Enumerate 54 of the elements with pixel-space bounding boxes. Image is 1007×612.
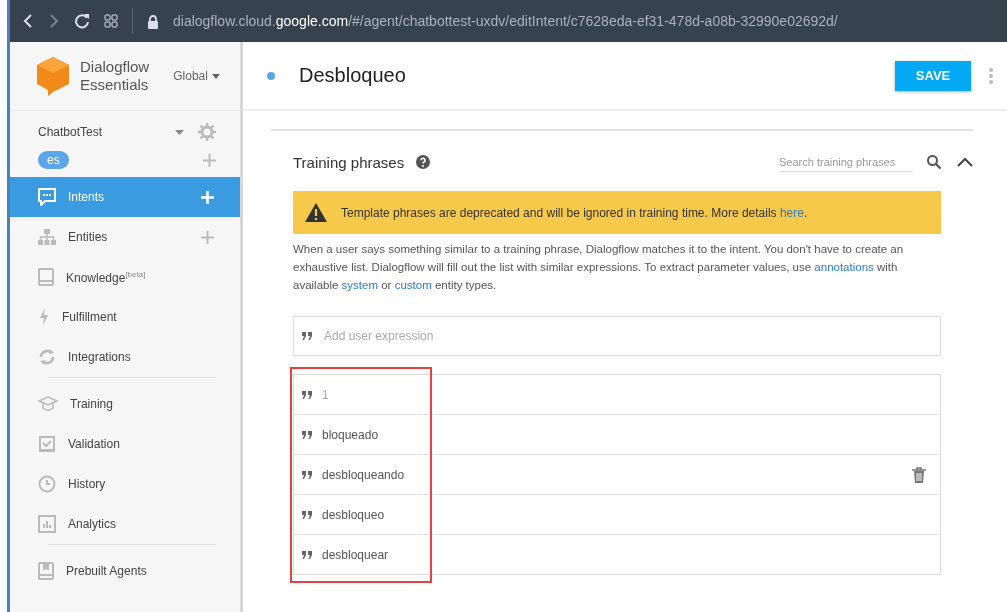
delete-icon[interactable] xyxy=(912,466,926,483)
hierarchy-icon xyxy=(38,228,56,246)
phrase-text[interactable]: bloqueado xyxy=(322,427,926,442)
caret-icon xyxy=(211,73,220,79)
url-text[interactable]: dialogflow.cloud.google.com/#/agent/chatbottest-uxdv/editIntent/c7628eda-ef31-478d-a08b-32990e02692d/ xyxy=(173,13,838,29)
graduation-cap-icon xyxy=(38,396,58,412)
phrase-text[interactable]: desbloquear xyxy=(322,547,926,562)
bar-chart-icon xyxy=(38,515,56,533)
warning-text: Template phrases are deprecated and will be ignored in training time. More details here. xyxy=(341,205,808,220)
nav-item[interactable]: Fulfillment xyxy=(10,297,240,337)
quote-icon xyxy=(302,389,312,400)
lock-icon xyxy=(147,13,159,29)
caret-icon[interactable] xyxy=(175,129,184,135)
clock-icon xyxy=(38,475,56,493)
help-icon[interactable] xyxy=(416,155,431,169)
nav-item[interactable]: Entities xyxy=(10,217,240,257)
status-dot-icon xyxy=(267,71,275,80)
description-text: When a user says something similar to a training phrase, Dialogflow matches it to the intent. You don't have to create an exhaustive list. Dialogflow will fill out the list with similar expressions. To extract parameter values, use annotations with available system or custom entity types. xyxy=(293,242,905,293)
agent-name[interactable]: ChatbotTest xyxy=(38,125,175,139)
tabs-grid-icon[interactable] xyxy=(104,14,118,28)
nav-item[interactable]: History xyxy=(10,464,240,504)
lightning-icon xyxy=(38,308,50,326)
phrase-text[interactable]: desbloqueando xyxy=(322,467,902,482)
nav-item[interactable]: Validation xyxy=(10,424,240,464)
nav-item[interactable]: Knowledge$^{[beta]}$ xyxy=(10,257,240,297)
section-title: Training phrases xyxy=(293,153,405,171)
link[interactable]: custom xyxy=(394,279,432,291)
sync-icon xyxy=(38,348,56,366)
add-expression-field[interactable]: Add user expression xyxy=(293,316,941,356)
collapse-chevron-icon[interactable] xyxy=(957,157,973,167)
nav-item[interactable]: Training xyxy=(10,384,240,424)
nav-item[interactable]: Analytics xyxy=(10,504,240,544)
intent-title: Desbloqueo xyxy=(299,64,407,87)
region-dropdown[interactable]: Global xyxy=(173,69,220,83)
link[interactable]: annotations xyxy=(814,261,874,273)
link[interactable]: system xyxy=(341,279,378,291)
warning-icon xyxy=(305,203,327,222)
back-icon[interactable] xyxy=(22,13,34,29)
product-name: Dialogflow xyxy=(80,58,150,76)
checkbox-icon xyxy=(38,435,56,453)
forward-icon[interactable] xyxy=(48,13,60,29)
quote-icon xyxy=(302,469,312,480)
chat-icon xyxy=(38,188,56,206)
quote-icon xyxy=(302,509,312,520)
product-edition: Essentials xyxy=(80,76,150,94)
cube-logo-icon xyxy=(36,56,70,96)
search-icon[interactable] xyxy=(927,155,941,169)
reload-icon[interactable] xyxy=(74,13,90,29)
nav-item[interactable]: Prebuilt Agents xyxy=(10,551,240,591)
quote-icon xyxy=(302,549,312,560)
book-icon xyxy=(38,268,54,286)
nav-item[interactable]: Integrations xyxy=(10,337,240,377)
quote-icon xyxy=(302,429,312,440)
phrase-text[interactable]: desbloqueo xyxy=(322,507,926,522)
